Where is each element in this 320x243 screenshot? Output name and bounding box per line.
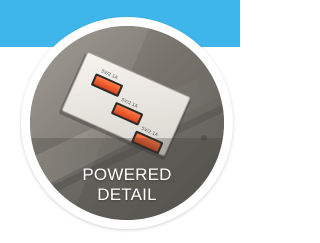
- lower-shadow: [30, 138, 224, 220]
- usb-ports-illustration: 5V/2.1A 5V/2.1A 5V/2.1A: [30, 26, 224, 220]
- powered-detail-tile: 5V/2.1A 5V/2.1A 5V/2.1A POWERED DETAIL: [0, 0, 240, 243]
- usb-ports-photo: 5V/2.1A 5V/2.1A 5V/2.1A: [30, 26, 224, 220]
